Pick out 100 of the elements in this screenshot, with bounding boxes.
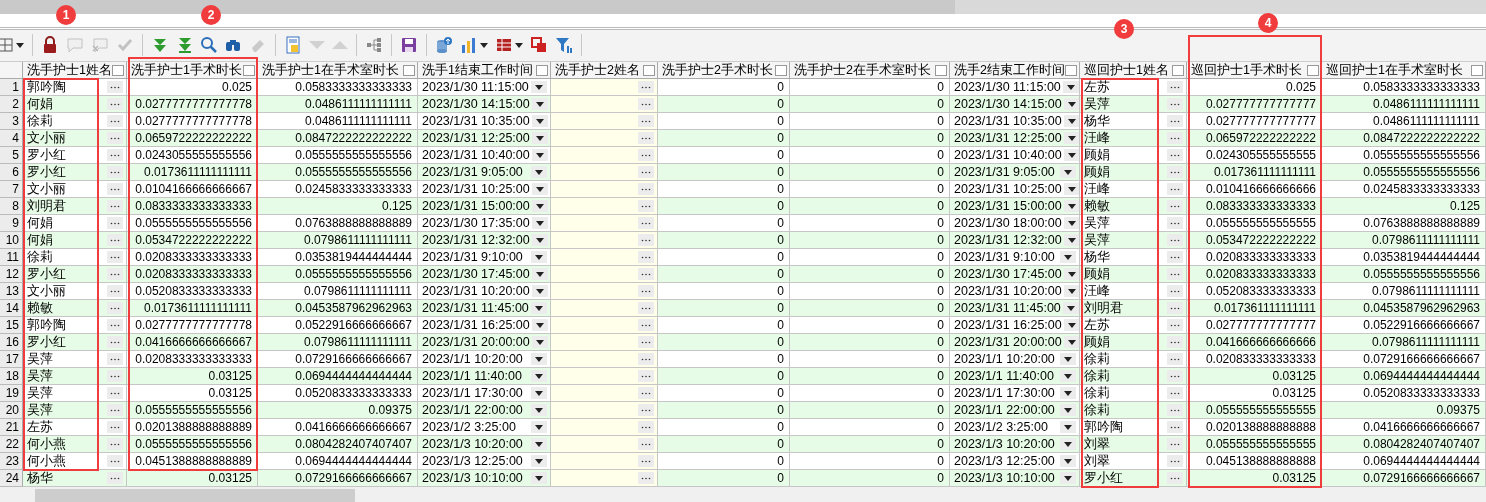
column-header[interactable]: 洗手护士2姓名	[551, 62, 658, 79]
column-header[interactable]: 洗手护士1姓名	[23, 62, 127, 79]
column-header[interactable]: 洗手护士1手术时长	[127, 62, 258, 79]
ellipsis-button[interactable]	[638, 115, 654, 127]
ellipsis-button[interactable]	[107, 217, 123, 229]
ellipsis-button[interactable]	[107, 438, 123, 450]
dropdown-button[interactable]	[531, 336, 548, 348]
column-filter-button[interactable]	[1172, 64, 1184, 76]
ellipsis-button[interactable]	[1167, 200, 1183, 212]
column-filter-button[interactable]	[112, 64, 124, 76]
ellipsis-button[interactable]	[638, 166, 654, 178]
column-header[interactable]: 洗手护士1在手术室时长	[258, 62, 418, 79]
ellipsis-button[interactable]	[107, 234, 123, 246]
dropdown-button[interactable]	[531, 268, 548, 280]
ellipsis-button[interactable]	[107, 404, 123, 416]
ellipsis-button[interactable]	[1167, 472, 1183, 484]
dropdown-button[interactable]	[1062, 81, 1079, 93]
dropdown-button[interactable]	[1063, 217, 1079, 229]
column-filter-button[interactable]	[1307, 64, 1319, 76]
ellipsis-button[interactable]	[107, 336, 123, 348]
dropdown-button[interactable]	[531, 251, 547, 263]
column-header[interactable]: 巡回护士1手术时长	[1187, 62, 1322, 79]
dropdown-button[interactable]	[1060, 404, 1076, 416]
column-header[interactable]: 洗手护士2在手术室时长	[790, 62, 950, 79]
ellipsis-button[interactable]	[638, 319, 654, 331]
ellipsis-button[interactable]	[107, 353, 123, 365]
ellipsis-button[interactable]	[638, 132, 654, 144]
ellipsis-button[interactable]	[1167, 166, 1183, 178]
ellipsis-button[interactable]	[107, 370, 123, 382]
dropdown-button[interactable]	[531, 353, 547, 365]
column-filter-button[interactable]	[935, 64, 947, 76]
ellipsis-button[interactable]	[107, 149, 123, 161]
dropdown-button[interactable]	[531, 404, 547, 416]
dropdown-button[interactable]	[531, 200, 548, 212]
ellipsis-button[interactable]	[638, 149, 654, 161]
dropdown-button[interactable]	[1060, 472, 1076, 484]
column-filter-button[interactable]	[1065, 64, 1077, 76]
dropdown-button[interactable]	[531, 149, 548, 161]
dropdown-button[interactable]	[531, 285, 548, 297]
ellipsis-button[interactable]	[638, 183, 654, 195]
ellipsis-button[interactable]	[107, 251, 123, 263]
dropdown-button[interactable]	[531, 166, 547, 178]
column-header[interactable]: 洗手护士2手术时长	[658, 62, 790, 79]
ellipsis-button[interactable]	[638, 336, 654, 348]
ellipsis-button[interactable]	[1167, 302, 1183, 314]
ellipsis-button[interactable]	[638, 472, 654, 484]
dropdown-button[interactable]	[1063, 336, 1079, 348]
dropdown-button[interactable]	[1063, 268, 1079, 280]
dropdown-button[interactable]	[531, 319, 548, 331]
ellipsis-button[interactable]	[638, 421, 654, 433]
ellipsis-button[interactable]	[107, 183, 123, 195]
ellipsis-button[interactable]	[1167, 132, 1183, 144]
ellipsis-button[interactable]	[107, 421, 123, 433]
dropdown-button[interactable]	[1063, 98, 1079, 110]
ellipsis-button[interactable]	[638, 370, 654, 382]
dropdown-button[interactable]	[531, 438, 547, 450]
dropdown-button[interactable]	[1063, 132, 1079, 144]
ellipsis-button[interactable]	[1167, 98, 1183, 110]
ellipsis-button[interactable]	[107, 455, 123, 467]
dropdown-button[interactable]	[1060, 166, 1076, 178]
ellipsis-button[interactable]	[1167, 455, 1183, 467]
ellipsis-button[interactable]	[107, 115, 123, 127]
column-header[interactable]: 洗手1结束工作时间	[418, 62, 551, 79]
ellipsis-button[interactable]	[107, 285, 123, 297]
dropdown-button[interactable]	[1060, 438, 1076, 450]
ellipsis-button[interactable]	[107, 268, 123, 280]
ellipsis-button[interactable]	[107, 132, 123, 144]
ellipsis-button[interactable]	[107, 166, 123, 178]
ellipsis-button[interactable]	[638, 353, 654, 365]
dropdown-button[interactable]	[531, 421, 547, 433]
ellipsis-button[interactable]	[1167, 217, 1183, 229]
ellipsis-button[interactable]	[1167, 404, 1183, 416]
dropdown-button[interactable]	[1062, 302, 1079, 314]
ellipsis-button[interactable]	[638, 404, 654, 416]
ellipsis-button[interactable]	[107, 81, 123, 93]
dropdown-button[interactable]	[531, 217, 548, 229]
dropdown-button[interactable]	[1063, 183, 1079, 195]
ellipsis-button[interactable]	[107, 319, 123, 331]
ellipsis-button[interactable]	[1167, 251, 1183, 263]
dropdown-button[interactable]	[531, 183, 548, 195]
dropdown-button[interactable]	[531, 81, 547, 93]
ellipsis-button[interactable]	[1167, 183, 1183, 195]
scrollbar-thumb[interactable]	[35, 489, 355, 502]
ellipsis-button[interactable]	[1167, 370, 1183, 382]
dropdown-button[interactable]	[1063, 285, 1079, 297]
dropdown-button[interactable]	[531, 234, 548, 246]
dropdown-button[interactable]	[1060, 251, 1076, 263]
column-header[interactable]: 巡回护士1在手术室时长	[1322, 62, 1486, 79]
ellipsis-button[interactable]	[638, 387, 654, 399]
ellipsis-button[interactable]	[1167, 421, 1183, 433]
dropdown-button[interactable]	[531, 302, 547, 314]
dropdown-button[interactable]	[531, 98, 548, 110]
dropdown-button[interactable]	[531, 115, 548, 127]
dropdown-button[interactable]	[1063, 149, 1079, 161]
ellipsis-button[interactable]	[638, 438, 654, 450]
dropdown-button[interactable]	[1060, 387, 1076, 399]
dropdown-button[interactable]	[1063, 234, 1079, 246]
column-filter-button[interactable]	[403, 64, 415, 76]
ellipsis-button[interactable]	[1167, 353, 1183, 365]
ellipsis-button[interactable]	[638, 81, 654, 93]
